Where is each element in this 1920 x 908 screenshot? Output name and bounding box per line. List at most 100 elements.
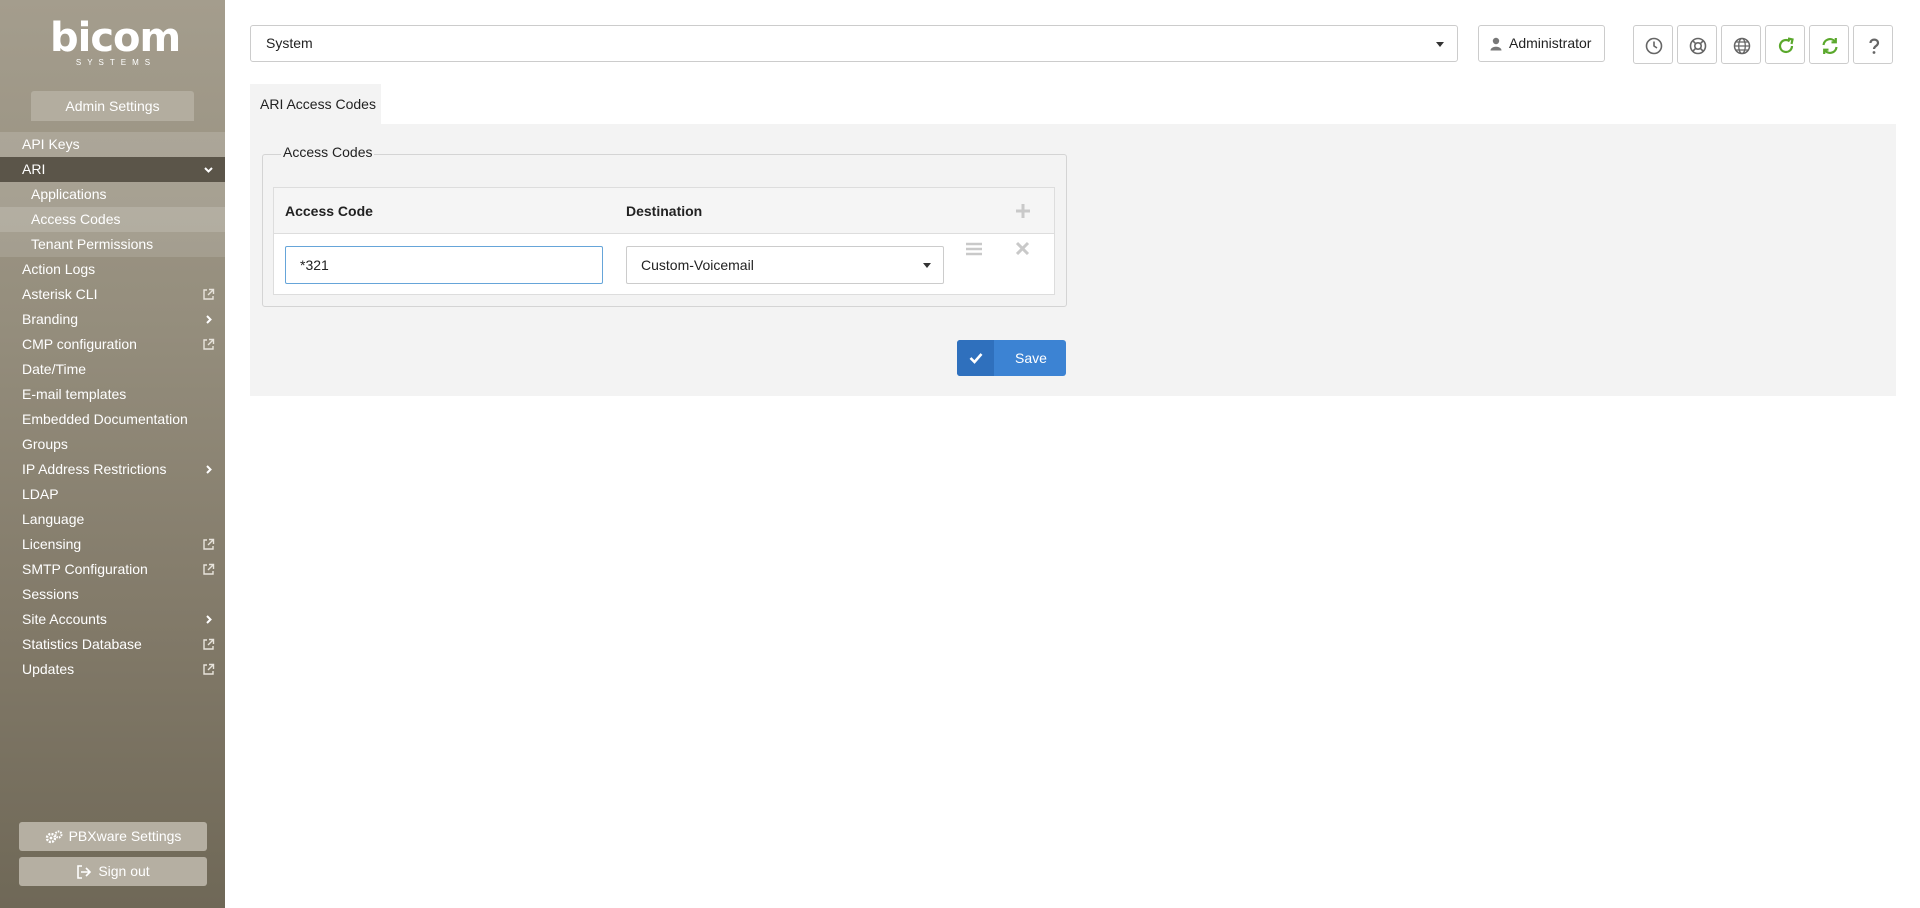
chevron-right-icon	[206, 615, 212, 624]
sidebar-item-updates[interactable]: Updates	[0, 657, 225, 682]
sidebar-item-label: Language	[22, 511, 85, 527]
sign-out-icon	[77, 865, 92, 880]
sidebar-item-groups[interactable]: Groups	[0, 432, 225, 457]
sidebar-item-label: Updates	[22, 661, 75, 677]
sidebar-item-language[interactable]: Language	[0, 507, 225, 532]
gears-icon	[45, 830, 63, 844]
sidebar-item-label: Licensing	[22, 536, 82, 552]
globe-icon	[1733, 37, 1751, 55]
external-link-icon	[203, 638, 215, 650]
check-icon-wrapper	[957, 340, 994, 376]
sidebar-item-label: Date/Time	[22, 361, 87, 377]
sidebar: bicom SYSTEMS Admin Settings API Keys AR…	[0, 0, 225, 908]
sidebar-item-label: Applications	[31, 186, 107, 202]
sidebar-item-label: Tenant Permissions	[31, 236, 154, 252]
access-code-value: *321	[300, 257, 329, 273]
sidebar-item-sessions[interactable]: Sessions	[0, 582, 225, 607]
sidebar-item-label: Sessions	[22, 586, 79, 602]
access-code-input[interactable]: *321	[285, 246, 603, 284]
sidebar-item-access-codes[interactable]: Access Codes	[0, 207, 225, 232]
chevron-down-icon	[204, 167, 213, 173]
column-header-access-code: Access Code	[285, 203, 373, 219]
user-menu-label: Administrator	[1509, 35, 1592, 51]
sidebar-item-date-time[interactable]: Date/Time	[0, 357, 225, 382]
save-label: Save	[1015, 350, 1047, 366]
logo-text: bicom	[50, 15, 181, 61]
sidebar-item-ip-address-restrictions[interactable]: IP Address Restrictions	[0, 457, 225, 482]
pbxware-settings-label: PBXware Settings	[68, 828, 182, 844]
sidebar-item-label: E-mail templates	[22, 386, 127, 402]
sidebar-item-label: Site Accounts	[22, 611, 107, 627]
question-icon	[1869, 38, 1880, 54]
sidebar-item-label: Access Codes	[31, 211, 121, 227]
user-icon	[1490, 37, 1502, 51]
sidebar-item-smtp-configuration[interactable]: SMTP Configuration	[0, 557, 225, 582]
sidebar-menu: API Keys ARI Applications Access Codes T…	[0, 132, 225, 682]
sidebar-item-ldap[interactable]: LDAP	[0, 482, 225, 507]
system-select-value: System	[266, 35, 313, 51]
bicom-logo[interactable]: bicom SYSTEMS	[50, 15, 181, 68]
check-icon	[969, 353, 983, 364]
sync-button[interactable]	[1809, 25, 1849, 64]
sidebar-item-action-logs[interactable]: Action Logs	[0, 257, 225, 282]
save-button[interactable]: Save	[957, 340, 1066, 376]
external-link-icon	[203, 563, 215, 575]
destination-select[interactable]: Custom-Voicemail	[626, 246, 944, 284]
support-button[interactable]	[1677, 25, 1717, 64]
external-link-icon	[203, 288, 215, 300]
external-link-icon	[203, 663, 215, 675]
refresh-icon	[1822, 38, 1838, 54]
reload-button[interactable]	[1765, 25, 1805, 64]
chevron-right-icon	[206, 315, 212, 324]
destination-value: Custom-Voicemail	[641, 257, 754, 273]
caret-down-icon	[923, 263, 931, 268]
column-header-destination: Destination	[626, 203, 703, 219]
language-button[interactable]	[1721, 25, 1761, 64]
redo-icon	[1778, 37, 1794, 54]
sidebar-item-cmp-configuration[interactable]: CMP configuration	[0, 332, 225, 357]
delete-row-icon[interactable]	[1015, 241, 1030, 256]
sidebar-item-label: Statistics Database	[22, 636, 142, 652]
sidebar-item-email-templates[interactable]: E-mail templates	[0, 382, 225, 407]
history-button[interactable]	[1633, 25, 1673, 64]
sidebar-item-label: IP Address Restrictions	[22, 461, 167, 477]
sidebar-item-ari[interactable]: ARI	[0, 157, 225, 182]
drag-handle-icon[interactable]	[965, 241, 983, 257]
sidebar-item-label: Asterisk CLI	[22, 286, 98, 302]
system-select[interactable]: System	[250, 25, 1458, 62]
sign-out-button[interactable]: Sign out	[19, 857, 207, 886]
sidebar-item-licensing[interactable]: Licensing	[0, 532, 225, 557]
tab-ari-access-codes[interactable]: ARI Access Codes	[250, 84, 381, 124]
admin-settings-title: Admin Settings	[31, 91, 194, 121]
sidebar-item-branding[interactable]: Branding	[0, 307, 225, 332]
fieldset-legend: Access Codes	[281, 144, 375, 160]
help-button[interactable]	[1853, 25, 1893, 64]
sidebar-item-label: Embedded Documentation	[22, 411, 188, 427]
caret-down-icon	[1436, 42, 1444, 47]
sidebar-item-label: LDAP	[22, 486, 59, 502]
external-link-icon	[203, 538, 215, 550]
pbxware-settings-button[interactable]: PBXware Settings	[19, 822, 207, 851]
table-header: Access Code Destination	[274, 188, 1054, 234]
sidebar-item-label: API Keys	[22, 136, 80, 152]
sidebar-item-applications[interactable]: Applications	[0, 182, 225, 207]
sidebar-item-label: Groups	[22, 436, 68, 452]
sidebar-item-asterisk-cli[interactable]: Asterisk CLI	[0, 282, 225, 307]
external-link-icon	[203, 338, 215, 350]
add-row-icon[interactable]	[1015, 203, 1031, 219]
sidebar-item-label: CMP configuration	[22, 336, 137, 352]
sidebar-item-label: Action Logs	[22, 261, 96, 277]
sidebar-item-embedded-documentation[interactable]: Embedded Documentation	[0, 407, 225, 432]
sidebar-item-label: Branding	[22, 311, 79, 327]
clock-icon	[1645, 37, 1663, 55]
chevron-right-icon	[206, 465, 212, 474]
sidebar-item-statistics-database[interactable]: Statistics Database	[0, 632, 225, 657]
sidebar-item-label: SMTP Configuration	[22, 561, 148, 577]
sidebar-item-site-accounts[interactable]: Site Accounts	[0, 607, 225, 632]
user-menu-button[interactable]: Administrator	[1478, 25, 1605, 62]
sidebar-item-tenant-permissions[interactable]: Tenant Permissions	[0, 232, 225, 257]
life-ring-icon	[1689, 37, 1707, 55]
sidebar-item-label: ARI	[22, 161, 46, 177]
sign-out-label: Sign out	[98, 863, 150, 879]
sidebar-item-api-keys[interactable]: API Keys	[0, 132, 225, 157]
